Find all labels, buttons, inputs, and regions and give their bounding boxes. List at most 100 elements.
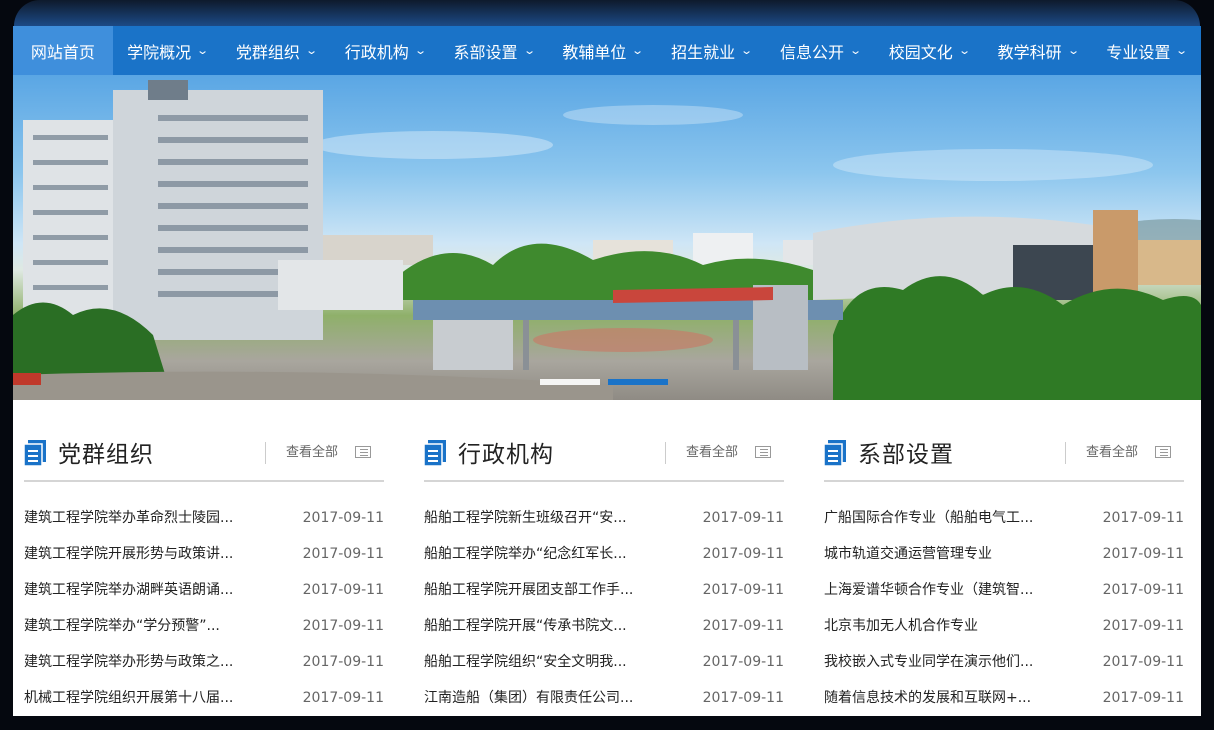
news-list: 船舶工程学院新生班级召开“安... 2017-09-11 船舶工程学院举办“纪念红… xyxy=(424,500,784,716)
news-title-link[interactable]: 船舶工程学院组织“安全文明我... xyxy=(424,644,664,680)
news-list: 建筑工程学院举办革命烈士陵园... 2017-09-11 建筑工程学院开展形势与政… xyxy=(24,500,384,716)
nav-item-label: 专业设置 xyxy=(1106,42,1171,62)
slider-dot-2[interactable] xyxy=(608,379,668,385)
nav-item-label: 行政机构 xyxy=(344,42,409,62)
news-title-link[interactable]: 建筑工程学院举办革命烈士陵园... xyxy=(24,500,264,536)
news-date: 2017-09-11 xyxy=(1102,510,1184,526)
news-date: 2017-09-11 xyxy=(302,618,384,634)
nav-item-research[interactable]: 教学科研 ⌄ xyxy=(983,26,1092,75)
list-item: 北京韦加无人机合作专业 2017-09-11 xyxy=(824,608,1184,644)
news-title-link[interactable]: 北京韦加无人机合作专业 xyxy=(824,608,1064,644)
chevron-down-icon: ⌄ xyxy=(196,44,210,57)
news-date: 2017-09-11 xyxy=(1102,618,1184,634)
news-date: 2017-09-11 xyxy=(702,510,784,526)
list-item: 建筑工程学院举办“学分预警”... 2017-09-11 xyxy=(24,608,384,644)
slider-pagination xyxy=(540,379,668,385)
nav-item-teaching-support[interactable]: 教辅单位 ⌄ xyxy=(548,26,657,75)
nav-item-information[interactable]: 信息公开 ⌄ xyxy=(766,26,875,75)
device-frame-bottom xyxy=(13,716,1201,730)
news-date: 2017-09-11 xyxy=(1102,546,1184,562)
nav-item-majors[interactable]: 专业设置 ⌄ xyxy=(1092,26,1201,75)
nav-item-campus-culture[interactable]: 校园文化 ⌄ xyxy=(875,26,984,75)
news-title-link[interactable]: 建筑工程学院举办形势与政策之... xyxy=(24,644,264,680)
device-frame-top xyxy=(14,0,1200,26)
campus-photo xyxy=(13,80,1201,400)
chevron-down-icon: ⌄ xyxy=(1066,44,1080,57)
document-icon xyxy=(24,440,46,466)
nav-item-administration[interactable]: 行政机构 ⌄ xyxy=(330,26,439,75)
news-columns: 党群组织 查看全部 建筑工程学院举办革命烈士陵园... 2017-09-11 建筑… xyxy=(13,400,1201,716)
list-item: 船舶工程学院新生班级召开“安... 2017-09-11 xyxy=(424,500,784,536)
campus-banner xyxy=(13,75,1201,400)
news-date: 2017-09-11 xyxy=(702,546,784,562)
header-divider xyxy=(265,442,266,464)
news-title-link[interactable]: 广船国际合作专业（船舶电气工... xyxy=(824,500,1064,536)
news-date: 2017-09-11 xyxy=(1102,654,1184,670)
news-title-link[interactable]: 我校嵌入式专业同学在演示他们... xyxy=(824,644,1064,680)
news-title-link[interactable]: 江南造船（集团）有限责任公司... xyxy=(424,680,664,716)
nav-item-departments[interactable]: 系部设置 ⌄ xyxy=(439,26,548,75)
list-item: 船舶工程学院开展“传承书院文... 2017-09-11 xyxy=(424,608,784,644)
column-title: 系部设置 xyxy=(858,442,954,468)
nav-item-home[interactable]: 网站首页 xyxy=(13,26,113,75)
news-date: 2017-09-11 xyxy=(702,690,784,706)
news-date: 2017-09-11 xyxy=(302,690,384,706)
news-title-link[interactable]: 船舶工程学院开展团支部工作手... xyxy=(424,572,664,608)
nav-item-college-overview[interactable]: 学院概况 ⌄ xyxy=(113,26,222,75)
news-date: 2017-09-11 xyxy=(702,618,784,634)
news-title-link[interactable]: 建筑工程学院开展形势与政策讲... xyxy=(24,536,264,572)
news-date: 2017-09-11 xyxy=(302,510,384,526)
news-date: 2017-09-11 xyxy=(302,582,384,598)
list-item: 船舶工程学院开展团支部工作手... 2017-09-11 xyxy=(424,572,784,608)
news-title-link[interactable]: 船舶工程学院举办“纪念红军长... xyxy=(424,536,664,572)
view-all-link[interactable]: 查看全部 xyxy=(286,444,338,462)
nav-item-label: 教辅单位 xyxy=(562,42,627,62)
header-divider xyxy=(665,442,666,464)
nav-item-admissions[interactable]: 招生就业 ⌄ xyxy=(657,26,766,75)
list-icon[interactable] xyxy=(755,446,771,458)
news-date: 2017-09-11 xyxy=(302,546,384,562)
nav-item-label: 教学科研 xyxy=(997,42,1062,62)
chevron-down-icon: ⌄ xyxy=(522,44,536,57)
chevron-down-icon: ⌄ xyxy=(740,44,754,57)
document-icon xyxy=(424,440,446,466)
news-title-link[interactable]: 船舶工程学院开展“传承书院文... xyxy=(424,608,664,644)
list-icon[interactable] xyxy=(355,446,371,458)
news-date: 2017-09-11 xyxy=(1102,582,1184,598)
nav-item-party-organizations[interactable]: 党群组织 ⌄ xyxy=(222,26,331,75)
slider-dot-1[interactable] xyxy=(540,379,600,385)
list-item: 建筑工程学院举办革命烈士陵园... 2017-09-11 xyxy=(24,500,384,536)
chevron-down-icon: ⌄ xyxy=(1175,44,1189,57)
news-title-link[interactable]: 机械工程学院组织开展第十八届... xyxy=(24,680,264,716)
news-date: 2017-09-11 xyxy=(702,582,784,598)
nav-item-label: 网站首页 xyxy=(30,42,95,62)
news-title-link[interactable]: 船舶工程学院新生班级召开“安... xyxy=(424,500,664,536)
news-title-link[interactable]: 上海爱谱华顿合作专业（建筑智... xyxy=(824,572,1064,608)
column-header: 党群组织 查看全部 xyxy=(24,436,384,482)
news-title-link[interactable]: 随着信息技术的发展和互联网+... xyxy=(824,680,1064,716)
chevron-down-icon: ⌄ xyxy=(849,44,863,57)
view-all-link[interactable]: 查看全部 xyxy=(1086,444,1138,462)
list-item: 建筑工程学院举办湖畔英语朗诵... 2017-09-11 xyxy=(24,572,384,608)
news-title-link[interactable]: 城市轨道交通运营管理专业 xyxy=(824,536,1064,572)
chevron-down-icon: ⌄ xyxy=(631,44,645,57)
main-nav: 网站首页 学院概况 ⌄ 党群组织 ⌄ 行政机构 ⌄ 系部设置 ⌄ 教辅单位 ⌄ 招生就业 ⌄… xyxy=(13,26,1201,75)
news-list: 广船国际合作专业（船舶电气工... 2017-09-11 城市轨道交通运营管理专业… xyxy=(824,500,1184,716)
view-all-link[interactable]: 查看全部 xyxy=(686,444,738,462)
list-item: 我校嵌入式专业同学在演示他们... 2017-09-11 xyxy=(824,644,1184,680)
chevron-down-icon: ⌄ xyxy=(413,44,427,57)
news-date: 2017-09-11 xyxy=(702,654,784,670)
list-item: 随着信息技术的发展和互联网+... 2017-09-11 xyxy=(824,680,1184,716)
list-item: 城市轨道交通运营管理专业 2017-09-11 xyxy=(824,536,1184,572)
list-item: 建筑工程学院举办形势与政策之... 2017-09-11 xyxy=(24,644,384,680)
nav-item-label: 学院概况 xyxy=(127,42,192,62)
news-date: 2017-09-11 xyxy=(1102,690,1184,706)
news-title-link[interactable]: 建筑工程学院举办“学分预警”... xyxy=(24,608,264,644)
column-header: 行政机构 查看全部 xyxy=(424,436,784,482)
news-title-link[interactable]: 建筑工程学院举办湖畔英语朗诵... xyxy=(24,572,264,608)
list-item: 建筑工程学院开展形势与政策讲... 2017-09-11 xyxy=(24,536,384,572)
list-icon[interactable] xyxy=(1155,446,1171,458)
document-icon xyxy=(824,440,846,466)
list-item: 船舶工程学院组织“安全文明我... 2017-09-11 xyxy=(424,644,784,680)
web-page: 网站首页 学院概况 ⌄ 党群组织 ⌄ 行政机构 ⌄ 系部设置 ⌄ 教辅单位 ⌄ 招生就业 ⌄… xyxy=(13,26,1201,716)
